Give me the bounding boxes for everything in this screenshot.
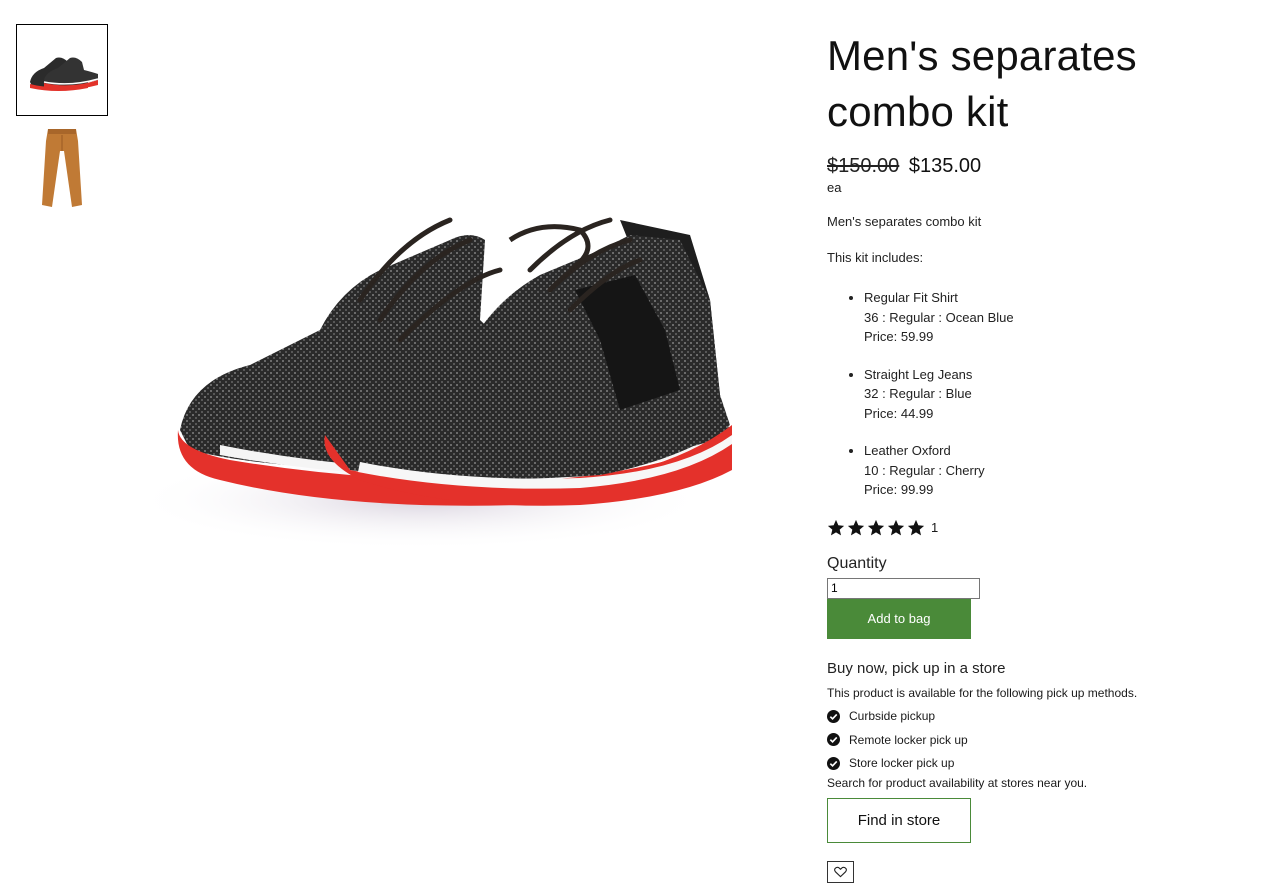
star-rating (827, 519, 927, 537)
kit-item: Straight Leg Jeans 32 : Regular : Blue P… (864, 365, 1247, 424)
kit-item-variant: 32 : Regular : Blue (864, 386, 972, 401)
kit-item-price: Price: 99.99 (864, 482, 934, 497)
kit-item: Leather Oxford 10 : Regular : Cherry Pri… (864, 441, 1247, 500)
pickup-method: Curbside pickup (827, 705, 1247, 729)
thumbnail-pants[interactable] (16, 122, 108, 214)
kit-item-name: Regular Fit Shirt (864, 290, 958, 305)
pickup-methods: Curbside pickup Remote locker pick up St… (827, 705, 1247, 776)
checkmark-circle-icon (827, 709, 840, 723)
store-search-text: Search for product availability at store… (827, 776, 1088, 790)
add-to-wishlist-button[interactable] (827, 861, 854, 883)
heart-icon (834, 866, 847, 878)
kit-item-variant: 36 : Regular : Ocean Blue (864, 309, 1014, 325)
add-to-bag-button[interactable]: Add to bag (827, 598, 971, 639)
checkmark-circle-icon (827, 756, 840, 770)
pickup-method: Store locker pick up (827, 752, 1247, 776)
pickup-description: This product is available for the follow… (827, 685, 1138, 700)
thumbnail-sneakers[interactable] (16, 24, 108, 116)
kit-item-price: Price: 44.99 (864, 405, 934, 421)
pickup-method: Remote locker pick up (827, 728, 1247, 752)
pants-thumbnail-icon (42, 129, 82, 207)
original-price: $150.00 (827, 155, 900, 177)
find-in-store-button[interactable]: Find in store (827, 798, 971, 843)
sneaker-thumbnail-icon (30, 57, 99, 91)
star-icon (847, 519, 865, 535)
kit-includes-label: This kit includes: (827, 250, 924, 265)
pickup-heading: Buy now, pick up in a store (827, 659, 1006, 677)
sneaker-pair-image (130, 217, 732, 550)
kit-item: Regular Fit Shirt 36 : Regular : Ocean B… (864, 288, 1247, 347)
quantity-input[interactable] (827, 577, 980, 599)
star-icon (887, 519, 905, 535)
price: $150.00 $135.00 (827, 154, 1247, 178)
rating[interactable]: 1 (827, 518, 1247, 538)
checkmark-circle-icon (827, 733, 840, 747)
product-details: Men's separates combo kit $150.00 $135.0… (827, 28, 1247, 883)
kit-item-name: Straight Leg Jeans (864, 366, 973, 382)
current-price: $135.00 (908, 155, 982, 177)
pickup-method-label: Store locker pick up (849, 756, 955, 771)
kit-item-list: Regular Fit Shirt 36 : Regular : Ocean B… (827, 288, 1247, 500)
star-icon (827, 519, 845, 535)
main-product-image (120, 180, 760, 600)
pickup-method-label: Remote locker pick up (849, 732, 968, 747)
price-unit: ea (827, 180, 842, 195)
kit-item-variant: 10 : Regular : Cherry (864, 462, 985, 478)
thumbnail-list (16, 24, 108, 214)
kit-item-name: Leather Oxford (864, 443, 951, 458)
rating-count: 1 (931, 520, 939, 535)
star-icon (867, 519, 885, 535)
quantity-label: Quantity (827, 554, 887, 572)
star-icon (907, 519, 925, 535)
product-title: Men's separates combo kit (827, 32, 1137, 135)
product-description: Men's separates combo kit (827, 214, 982, 229)
kit-item-price: Price: 59.99 (864, 329, 934, 344)
pickup-method-label: Curbside pickup (849, 709, 936, 724)
